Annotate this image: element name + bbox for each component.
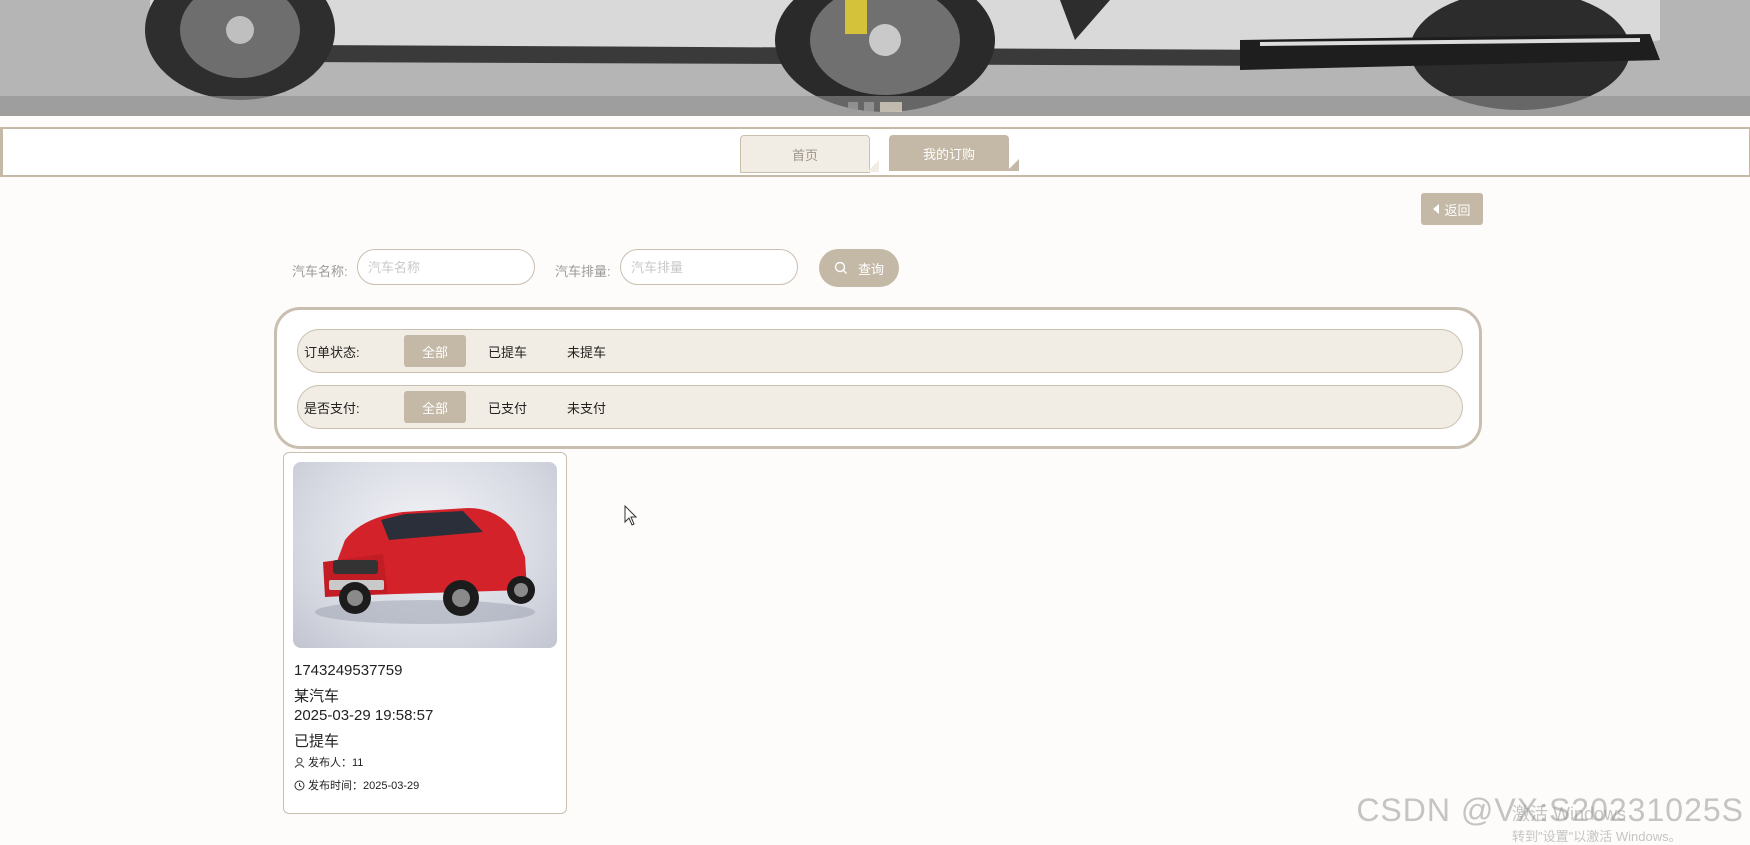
car-name-input[interactable] [357,249,535,285]
back-button-label: 返回 [1444,202,1471,218]
paid-option-unpaid[interactable]: 未支付 [549,391,624,423]
paid-filter: 是否支付: 全部 已支付 未支付 [297,385,1463,429]
csdn-watermark: CSDN @VX:S20231025S [1356,792,1744,828]
order-datetime: 2025-03-29 19:58:57 [294,707,434,724]
back-button[interactable]: 返回 [1421,193,1483,225]
car-name-label: 汽车名称: [292,264,348,279]
user-icon [294,757,305,768]
filter-panel: 订单状态: 全部 已提车 未提车 是否支付: 全部 已支付 未支付 [274,307,1482,449]
caret-left-icon [1433,204,1440,214]
query-button-label: 查询 [857,261,884,277]
car-name: 某汽车 [294,688,340,705]
order-status-option-all[interactable]: 全部 [404,335,467,367]
tab-home-label: 首页 [791,147,818,163]
carousel-dot[interactable] [848,102,858,112]
car-image[interactable] [293,462,557,648]
order-number: 1743249537759 [294,662,403,679]
order-status-option-not-picked[interactable]: 未提车 [549,335,624,367]
top-nav: 首页 我的订购 [0,127,1750,177]
order-status-label: 订单状态: [304,344,360,360]
paid-option-paid[interactable]: 已支付 [470,391,545,423]
tab-my-orders[interactable]: 我的订购 [889,135,1019,171]
search-icon [834,261,847,274]
paid-label: 是否支付: [304,400,360,416]
order-status: 已提车 [294,733,340,750]
publish-time-text: 发布时间：2025-03-29 [308,780,420,792]
tab-my-orders-label: 我的订购 [922,146,975,162]
carousel-dot[interactable] [864,102,874,112]
hero-banner [0,0,1750,116]
publish-time-row: 发布时间：2025-03-29 [294,777,419,793]
carousel-dot-active[interactable] [880,102,902,112]
carousel-dots[interactable] [848,102,902,112]
red-suv-image [315,508,535,624]
publisher-row: 发布人：11 [294,754,363,770]
tab-home[interactable]: 首页 [740,135,879,173]
order-status-option-picked[interactable]: 已提车 [470,335,545,367]
displacement-label: 汽车排量: [555,264,611,279]
clock-icon [294,780,305,790]
order-card[interactable]: 1743249537759 某汽车 2025-03-29 19:58:57 已提… [283,452,567,814]
order-status-filter: 订单状态: 全部 已提车 未提车 [297,329,1463,373]
displacement-input[interactable] [620,249,798,285]
paid-option-all[interactable]: 全部 [404,391,467,423]
publisher-text: 发布人：11 [308,757,364,769]
query-button[interactable]: 查询 [819,249,899,287]
banner-car-image [0,0,1750,116]
mouse-cursor-icon [624,505,638,526]
